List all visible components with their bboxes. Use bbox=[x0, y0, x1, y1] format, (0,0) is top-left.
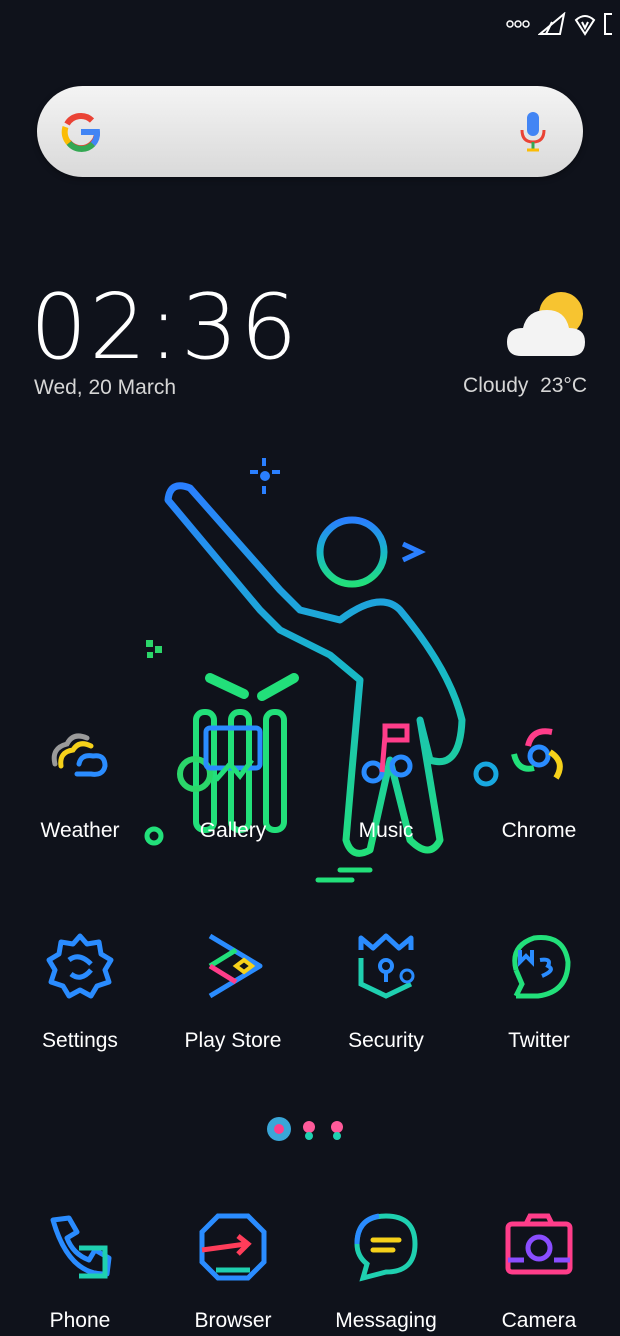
app-play-store[interactable]: Play Store bbox=[156, 930, 310, 1053]
dock-app-browser[interactable]: Browser bbox=[156, 1210, 310, 1333]
status-bar bbox=[506, 12, 612, 36]
music-icon bbox=[361, 723, 413, 784]
app-label: Twitter bbox=[508, 1029, 570, 1052]
camera-icon bbox=[505, 1213, 573, 1275]
app-label: Chrome bbox=[501, 819, 577, 842]
app-label: Browser bbox=[194, 1309, 272, 1332]
app-security[interactable]: Security bbox=[309, 930, 463, 1053]
page-dot-active[interactable] bbox=[266, 1116, 292, 1142]
app-label: Camera bbox=[501, 1309, 577, 1332]
app-settings[interactable]: Settings bbox=[3, 930, 157, 1053]
twitter-icon bbox=[512, 935, 571, 999]
app-label: Gallery bbox=[199, 819, 267, 842]
google-g-icon bbox=[61, 113, 101, 152]
app-chrome[interactable]: Chrome bbox=[462, 720, 616, 843]
weather-condition-text: Cloudy bbox=[463, 374, 529, 397]
dock-app-phone[interactable]: Phone bbox=[3, 1210, 157, 1333]
dock-app-messaging[interactable]: Messaging bbox=[309, 1210, 463, 1333]
cloudy-icon[interactable] bbox=[505, 292, 589, 360]
app-weather[interactable]: Weather bbox=[3, 720, 157, 843]
app-music[interactable]: Music bbox=[309, 720, 463, 843]
app-twitter[interactable]: Twitter bbox=[462, 930, 616, 1053]
app-label: Settings bbox=[42, 1029, 118, 1052]
app-label: Weather bbox=[40, 819, 120, 842]
app-label: Security bbox=[348, 1029, 424, 1052]
messaging-icon bbox=[354, 1213, 418, 1282]
clock-date[interactable]: Wed, 20 March bbox=[34, 376, 176, 400]
signal-icon bbox=[538, 12, 566, 35]
chrome-icon bbox=[511, 728, 563, 780]
wifi-icon bbox=[574, 15, 596, 36]
mic-icon[interactable] bbox=[519, 110, 547, 152]
dock-app-camera[interactable]: Camera bbox=[462, 1210, 616, 1333]
weather-temperature: 23°C bbox=[540, 374, 587, 397]
app-gallery[interactable]: Gallery bbox=[156, 720, 310, 843]
security-icon bbox=[358, 933, 415, 999]
browser-icon bbox=[199, 1213, 267, 1281]
app-label: Messaging bbox=[335, 1309, 437, 1332]
phone-icon bbox=[50, 1215, 112, 1279]
app-label: Phone bbox=[49, 1309, 111, 1332]
settings-icon bbox=[46, 933, 114, 999]
battery-icon bbox=[604, 13, 612, 35]
app-label: Music bbox=[358, 819, 414, 842]
weather-condition[interactable]: Cloudy 23°C bbox=[463, 374, 587, 398]
play-store-icon bbox=[208, 933, 263, 999]
page-dot[interactable] bbox=[326, 1116, 348, 1142]
google-search-bar[interactable] bbox=[37, 86, 583, 177]
weather-icon bbox=[51, 733, 108, 777]
clock-time[interactable]: 02:36 bbox=[30, 278, 299, 378]
page-indicator[interactable] bbox=[266, 1116, 348, 1142]
app-label: Play Store bbox=[184, 1029, 282, 1052]
more-dots-icon bbox=[506, 20, 530, 28]
page-dot[interactable] bbox=[298, 1116, 320, 1142]
gallery-icon bbox=[203, 725, 263, 782]
